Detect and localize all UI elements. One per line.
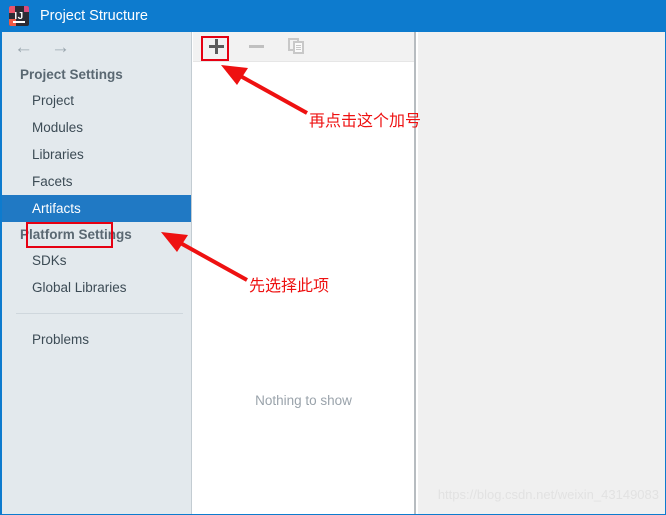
arrow-right-icon[interactable]: → [51,38,70,57]
minus-icon [248,45,264,48]
sidebar-item-libraries[interactable]: Libraries [2,141,191,168]
details-panel [418,32,665,514]
intellij-idea-icon: IJ [9,6,29,26]
copy-icon [287,38,305,55]
sidebar-group-platform-settings: Platform Settings [20,227,132,242]
sidebar-item-sdks[interactable]: SDKs [2,247,191,274]
plus-icon [208,39,224,54]
empty-state-message: Nothing to show [255,393,352,408]
remove-button[interactable] [245,36,267,58]
watermark-text: https://blog.csdn.net/weixin_43149083 [437,487,659,502]
sidebar-item-facets[interactable]: Facets [2,168,191,195]
callout-text-artifacts: 先选择此项 [249,276,330,295]
settings-sidebar: ← → Project Settings Project Modules Lib… [2,32,192,514]
sidebar-item-problems[interactable]: Problems [2,326,191,353]
sidebar-nav-bar: ← → [2,32,191,62]
artifacts-toolbar [193,32,414,62]
sidebar-group-project-settings: Project Settings [20,67,123,82]
add-button[interactable] [205,36,227,58]
sidebar-item-global-libraries[interactable]: Global Libraries [2,274,191,301]
callout-text-add-button: 再点击这个加号 [309,111,422,130]
copy-button[interactable] [285,36,307,58]
title-bar: IJ Project Structure [0,0,666,32]
window-title: Project Structure [40,8,148,24]
sidebar-item-modules[interactable]: Modules [2,114,191,141]
sidebar-divider [16,313,183,314]
arrow-left-icon[interactable]: ← [14,38,33,57]
project-structure-window: IJ Project Structure ← → Project Setting… [0,0,666,515]
sidebar-item-artifacts[interactable]: Artifacts [2,195,191,222]
sidebar-item-project[interactable]: Project [2,87,191,114]
